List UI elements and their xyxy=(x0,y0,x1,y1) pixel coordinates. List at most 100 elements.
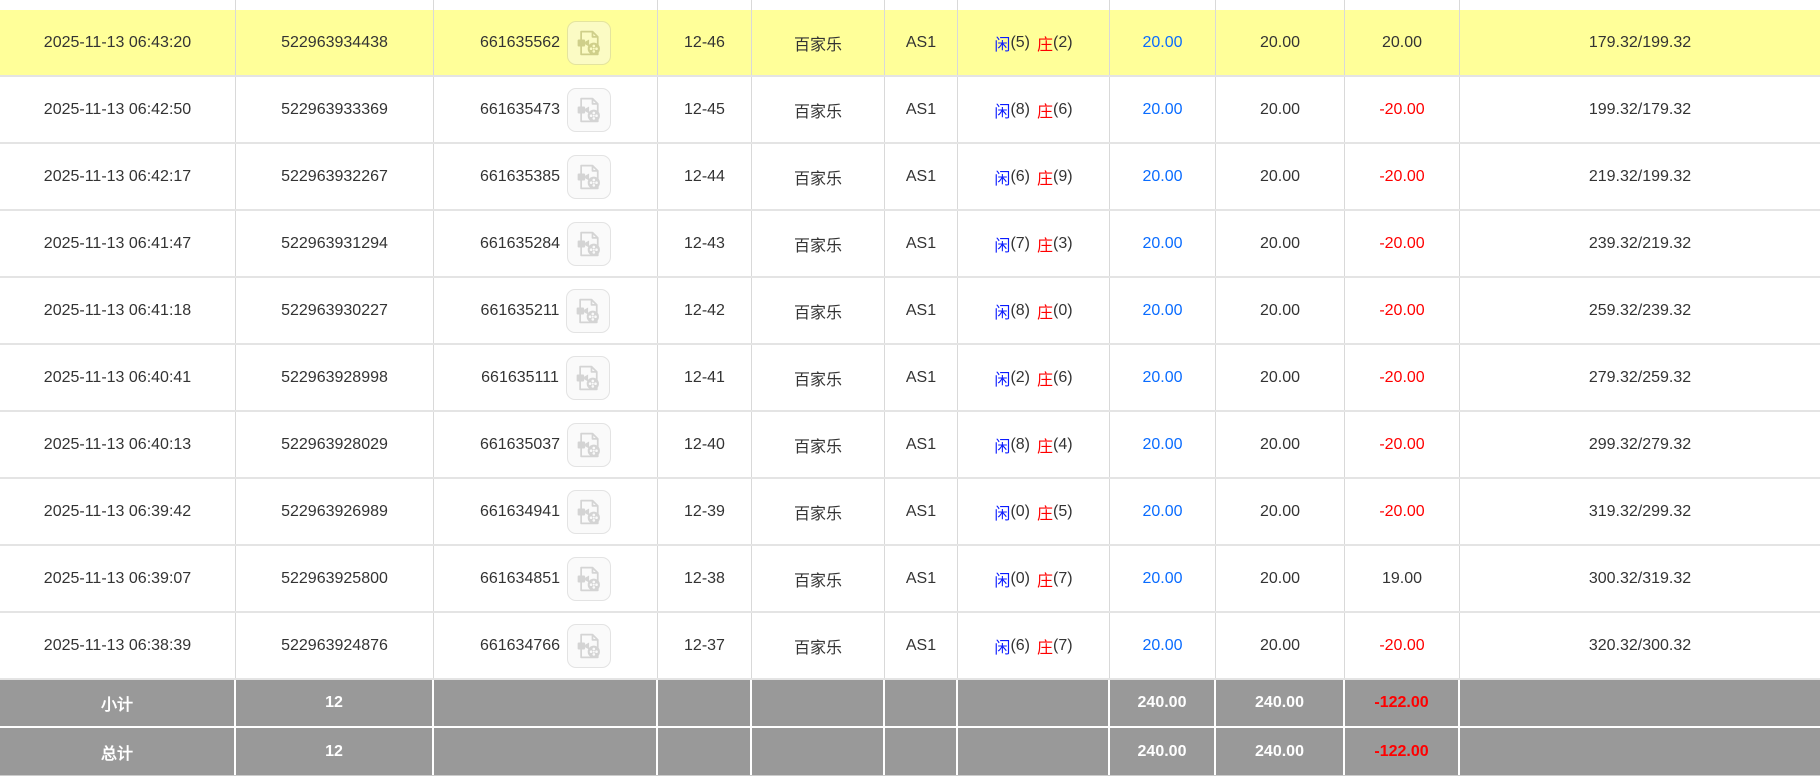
table-row[interactable]: 2025-11-13 06:40:41 522963928998 6616351… xyxy=(0,345,1820,412)
subtotal-bet-amount: 240.00 xyxy=(1110,680,1216,726)
cell-table: AS1 xyxy=(885,278,958,343)
cell-round-id: 661635473 xyxy=(434,77,658,142)
banker-result: 庄 (6) xyxy=(1037,98,1073,122)
player-label: 闲 xyxy=(994,103,1011,121)
cell-balance: 239.32/219.32 xyxy=(1588,234,1692,252)
cell-bet-amount: 20.00 xyxy=(1110,10,1216,75)
cell-balance: 259.32/239.32 xyxy=(1588,301,1692,319)
video-replay-button[interactable] xyxy=(567,87,612,132)
cell-bet-id: 522963924876 xyxy=(236,613,434,678)
table-row[interactable]: 2025-11-13 06:38:39 522963924876 6616347… xyxy=(0,613,1820,680)
banker-label: 庄 xyxy=(1037,639,1054,657)
video-replay-button[interactable] xyxy=(567,154,612,199)
player-label: 闲 xyxy=(994,304,1011,322)
cell-bet-amount: 20.00 xyxy=(1110,412,1216,477)
video-replay-button[interactable] xyxy=(567,221,612,266)
cell-valid-amount: 20.00 xyxy=(1216,144,1345,209)
table-row[interactable]: 2025-11-13 06:42:17 522963932267 6616353… xyxy=(0,144,1820,211)
cell-time: 2025-11-13 06:42:17 xyxy=(0,144,236,209)
cell-valid-amount: 20.00 xyxy=(1216,10,1345,75)
cell-game: 百家乐 xyxy=(752,10,885,75)
table-row[interactable]: 2025-11-13 06:40:13 522963928029 6616350… xyxy=(0,412,1820,479)
cell-balance: 299.32/279.32 xyxy=(1588,435,1692,453)
cell-game: 百家乐 xyxy=(752,613,885,678)
player-result: 闲 (8) xyxy=(994,433,1030,457)
player-result: 闲 (2) xyxy=(994,366,1030,390)
cell-game: 百家乐 xyxy=(752,77,885,142)
table-row[interactable]: 2025-11-13 06:42:50 522963933369 6616354… xyxy=(0,77,1820,144)
cell-result xyxy=(958,0,1110,10)
total-row: 总计 12 240.00 240.00 -122.00 xyxy=(0,728,1820,776)
video-replay-button[interactable] xyxy=(567,489,612,534)
video-replay-button[interactable] xyxy=(566,288,611,333)
banker-label: 庄 xyxy=(1037,505,1054,523)
cell-valid-amount: 20.00 xyxy=(1216,278,1345,343)
player-label: 闲 xyxy=(994,438,1011,456)
banker-score: (7) xyxy=(1053,569,1073,587)
video-replay-button[interactable] xyxy=(567,623,612,668)
subtotal-empty xyxy=(958,680,1110,726)
video-replay-button[interactable] xyxy=(567,556,612,601)
video-replay-button[interactable] xyxy=(565,355,610,400)
player-score: (2) xyxy=(1010,368,1030,386)
banker-score: (6) xyxy=(1053,368,1073,386)
cell-time: 2025-11-13 06:41:18 xyxy=(0,278,236,343)
video-record-icon xyxy=(577,30,600,55)
round-id-text: 661634941 xyxy=(479,502,561,520)
cell-balance: 219.32/199.32 xyxy=(1588,167,1692,185)
round-id-text: 661635211 xyxy=(480,301,560,319)
player-label: 闲 xyxy=(994,572,1011,590)
video-record-icon xyxy=(577,633,600,658)
player-score: (5) xyxy=(1010,33,1030,51)
cell-bet-id: 522963928998 xyxy=(236,345,434,410)
video-replay-button[interactable] xyxy=(567,20,612,65)
cell-time xyxy=(0,0,236,10)
player-label: 闲 xyxy=(994,237,1011,255)
player-result: 闲 (7) xyxy=(994,232,1030,256)
cell-valid-amount: 20.00 xyxy=(1216,613,1345,678)
total-empty xyxy=(885,728,958,775)
banker-result: 庄 (7) xyxy=(1037,567,1073,591)
table-row[interactable]: 2025-11-13 06:41:18 522963930227 6616352… xyxy=(0,278,1820,345)
cell-round-id: 661635284 xyxy=(434,211,658,276)
cell-table xyxy=(885,0,958,10)
cell-balance: 319.32/299.32 xyxy=(1588,502,1692,520)
banker-score: (9) xyxy=(1053,167,1073,185)
table-row[interactable]: 2025-11-13 06:39:07 522963925800 6616348… xyxy=(0,546,1820,613)
video-record-icon xyxy=(577,566,600,591)
subtotal-valid-amount: 240.00 xyxy=(1216,680,1345,726)
banker-label: 庄 xyxy=(1037,103,1054,121)
cell-balance: 199.32/179.32 xyxy=(1588,100,1692,118)
table-row[interactable]: 2025-11-13 06:39:42 522963926989 6616349… xyxy=(0,479,1820,546)
table-row[interactable]: 2025-11-13 06:43:20 522963934438 6616355… xyxy=(0,10,1820,77)
cell-result: 闲 (8) 庄 (4) xyxy=(958,412,1110,477)
total-empty xyxy=(658,728,752,775)
round-id-text: 661635037 xyxy=(479,435,561,453)
banker-score: (5) xyxy=(1053,502,1073,520)
player-label: 闲 xyxy=(994,639,1011,657)
cell-table: AS1 xyxy=(885,144,958,209)
bet-history-table: 2025-11-13 06:43:20 522963934438 6616355… xyxy=(0,0,1820,776)
cell-round-id: 661635562 xyxy=(434,10,658,75)
cell-game: 百家乐 xyxy=(752,546,885,611)
table-row-partial xyxy=(0,0,1820,10)
cell-balance: 320.32/300.32 xyxy=(1588,636,1692,654)
banker-label: 庄 xyxy=(1037,237,1054,255)
table-body: 2025-11-13 06:43:20 522963934438 6616355… xyxy=(0,10,1820,680)
cell-game: 百家乐 xyxy=(752,345,885,410)
player-label: 闲 xyxy=(994,505,1011,523)
banker-score: (3) xyxy=(1053,234,1073,252)
banker-result: 庄 (3) xyxy=(1037,232,1073,256)
cell-round-no: 12-44 xyxy=(658,144,752,209)
player-result: 闲 (8) xyxy=(994,98,1030,122)
cell-time: 2025-11-13 06:41:47 xyxy=(0,211,236,276)
player-score: (8) xyxy=(1010,100,1030,118)
cell-game: 百家乐 xyxy=(752,479,885,544)
cell-bet-amount xyxy=(1110,0,1216,10)
cell-result: 闲 (8) 庄 (0) xyxy=(958,278,1110,343)
table-row[interactable]: 2025-11-13 06:41:47 522963931294 6616352… xyxy=(0,211,1820,278)
banker-result: 庄 (7) xyxy=(1037,634,1073,658)
video-record-icon xyxy=(577,164,600,189)
cell-round-id: 661635385 xyxy=(434,144,658,209)
video-replay-button[interactable] xyxy=(567,422,612,467)
